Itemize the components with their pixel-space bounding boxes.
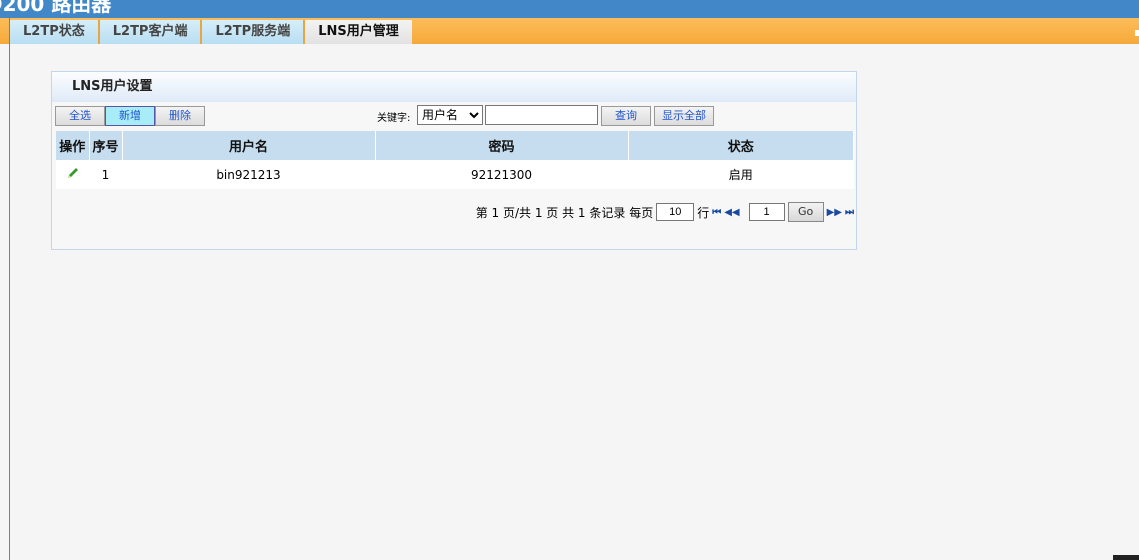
- row-username: bin921213: [122, 160, 375, 189]
- keyword-select[interactable]: 用户名: [417, 105, 483, 125]
- select-all-button[interactable]: 全选: [55, 106, 105, 126]
- scrollbar-corner[interactable]: [1113, 555, 1139, 560]
- tab-l2tp-status[interactable]: L2TP状态: [10, 20, 100, 44]
- tab-lns-users[interactable]: LNS用户管理: [305, 20, 412, 44]
- corner-mark: [1135, 30, 1139, 36]
- tabs: L2TP状态 L2TP客户端 L2TP服务端 LNS用户管理: [10, 20, 412, 44]
- table-row: 1 bin921213 92121300 启用: [56, 160, 854, 189]
- pager-info: 第 1 页/共 1 页 共 1 条记录 每页: [475, 205, 654, 220]
- col-index: 序号: [89, 131, 123, 160]
- col-username: 用户名: [122, 131, 376, 160]
- rows-label: 行: [697, 205, 710, 220]
- show-all-button[interactable]: 显示全部: [654, 106, 714, 126]
- page-input[interactable]: [748, 203, 785, 221]
- first-page-icon[interactable]: ⏮: [712, 207, 721, 218]
- row-index: 1: [89, 160, 122, 189]
- next-page-icon[interactable]: ▶▶: [827, 207, 842, 218]
- search-button[interactable]: 查询: [601, 106, 651, 126]
- tab-l2tp-client[interactable]: L2TP客户端: [99, 20, 203, 44]
- edit-icon[interactable]: [56, 160, 89, 189]
- keyword-input[interactable]: [485, 105, 598, 125]
- col-password: 密码: [375, 131, 629, 160]
- table-header: 操作 序号 用户名 密码 状态: [56, 131, 854, 160]
- col-status: 状态: [628, 131, 854, 160]
- go-button[interactable]: Go: [787, 202, 824, 222]
- tab-l2tp-server[interactable]: L2TP服务端: [202, 20, 306, 44]
- row-password: 92121300: [375, 160, 628, 189]
- last-page-icon[interactable]: ⏭: [845, 207, 854, 218]
- per-page-input[interactable]: [656, 203, 695, 221]
- delete-button[interactable]: 删除: [155, 106, 205, 126]
- header-bar: D200 路由器: [0, 0, 1139, 18]
- add-button[interactable]: 新增: [105, 106, 155, 126]
- pager: 第 1 页/共 1 页 共 1 条记录 每页 行 ⏮ ◀◀ Go ▶▶ ⏭: [476, 202, 854, 222]
- prev-page-icon[interactable]: ◀◀: [724, 207, 739, 218]
- row-status: 启用: [628, 160, 854, 189]
- keyword-label: 关键字:: [377, 113, 411, 124]
- panel-title: LNS用户设置: [52, 72, 856, 102]
- app-title: D200 路由器: [0, 0, 112, 16]
- left-border: [9, 18, 10, 560]
- lns-user-panel: LNS用户设置 全选 新增 删除 关键字: 用户名 查询 显示全部 操作 序号 …: [51, 71, 857, 250]
- user-table: 操作 序号 用户名 密码 状态 1 bin921213 92121300 启用: [56, 131, 854, 189]
- col-action: 操作: [56, 131, 90, 160]
